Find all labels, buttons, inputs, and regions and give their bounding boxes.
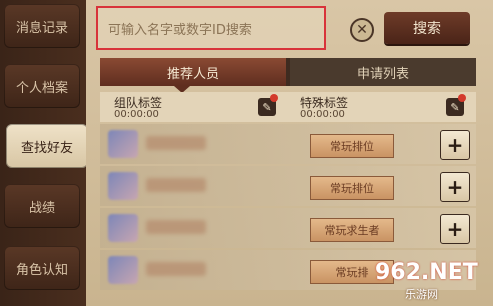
- status-badge: 常玩排位: [310, 134, 394, 158]
- avatar: [108, 256, 138, 284]
- avatar: [108, 214, 138, 242]
- tag-row: 组队标签 00:00:00 ✎ 特殊标签 00:00:00 ✎: [100, 92, 476, 122]
- watermark-number: 962.NET: [375, 260, 478, 285]
- tab-bar: 推荐人员 申请列表: [100, 58, 476, 86]
- sidebar: 消息记录 个人档案 查找好友 战绩 角色认知: [0, 0, 88, 306]
- sidebar-item-find-friends[interactable]: 查找好友: [6, 124, 88, 168]
- list-item: 常玩排位 +: [100, 166, 476, 206]
- sidebar-item-label: 角色认知: [15, 262, 68, 278]
- notification-dot-icon: [458, 94, 466, 102]
- player-name: [146, 262, 206, 276]
- sidebar-item-label: 个人档案: [15, 80, 68, 96]
- player-name: [146, 178, 206, 192]
- list-item: 常玩排位 +: [100, 124, 476, 164]
- add-friend-button[interactable]: +: [440, 130, 470, 160]
- sidebar-item-messages[interactable]: 消息记录: [4, 4, 80, 48]
- player-name: [146, 136, 206, 150]
- tab-recommended[interactable]: 推荐人员: [100, 58, 286, 86]
- clear-icon[interactable]: ✕: [350, 18, 374, 42]
- sidebar-item-profile[interactable]: 个人档案: [4, 64, 80, 108]
- sidebar-item-label: 消息记录: [15, 20, 68, 36]
- player-name: [146, 220, 206, 234]
- main-panel: 可输入名字或数字ID搜索 ✕ 搜索 推荐人员 申请列表 组队标签 00:00:0…: [86, 0, 493, 306]
- search-button[interactable]: 搜索: [384, 12, 470, 44]
- avatar: [108, 172, 138, 200]
- add-friend-button[interactable]: +: [440, 214, 470, 244]
- special-tag-time: 00:00:00: [300, 109, 345, 120]
- notification-dot-icon: [270, 94, 278, 102]
- sidebar-item-role-knowledge[interactable]: 角色认知: [4, 246, 80, 290]
- sidebar-item-label: 查找好友: [20, 140, 73, 156]
- list-item: 常玩求生者 +: [100, 208, 476, 248]
- sidebar-item-records[interactable]: 战绩: [4, 184, 80, 228]
- add-friend-button[interactable]: +: [440, 172, 470, 202]
- search-placeholder: 可输入名字或数字ID搜索: [108, 22, 252, 38]
- status-badge: 常玩求生者: [310, 218, 394, 242]
- search-input[interactable]: 可输入名字或数字ID搜索: [96, 6, 326, 50]
- watermark-logo: 962.NET 乐游网: [369, 260, 489, 301]
- status-badge: 常玩排位: [310, 176, 394, 200]
- avatar: [108, 130, 138, 158]
- watermark-subtitle: 乐游网: [405, 288, 438, 301]
- tab-requests[interactable]: 申请列表: [290, 58, 476, 86]
- team-tag-time: 00:00:00: [114, 109, 159, 120]
- sidebar-item-label: 战绩: [28, 200, 55, 216]
